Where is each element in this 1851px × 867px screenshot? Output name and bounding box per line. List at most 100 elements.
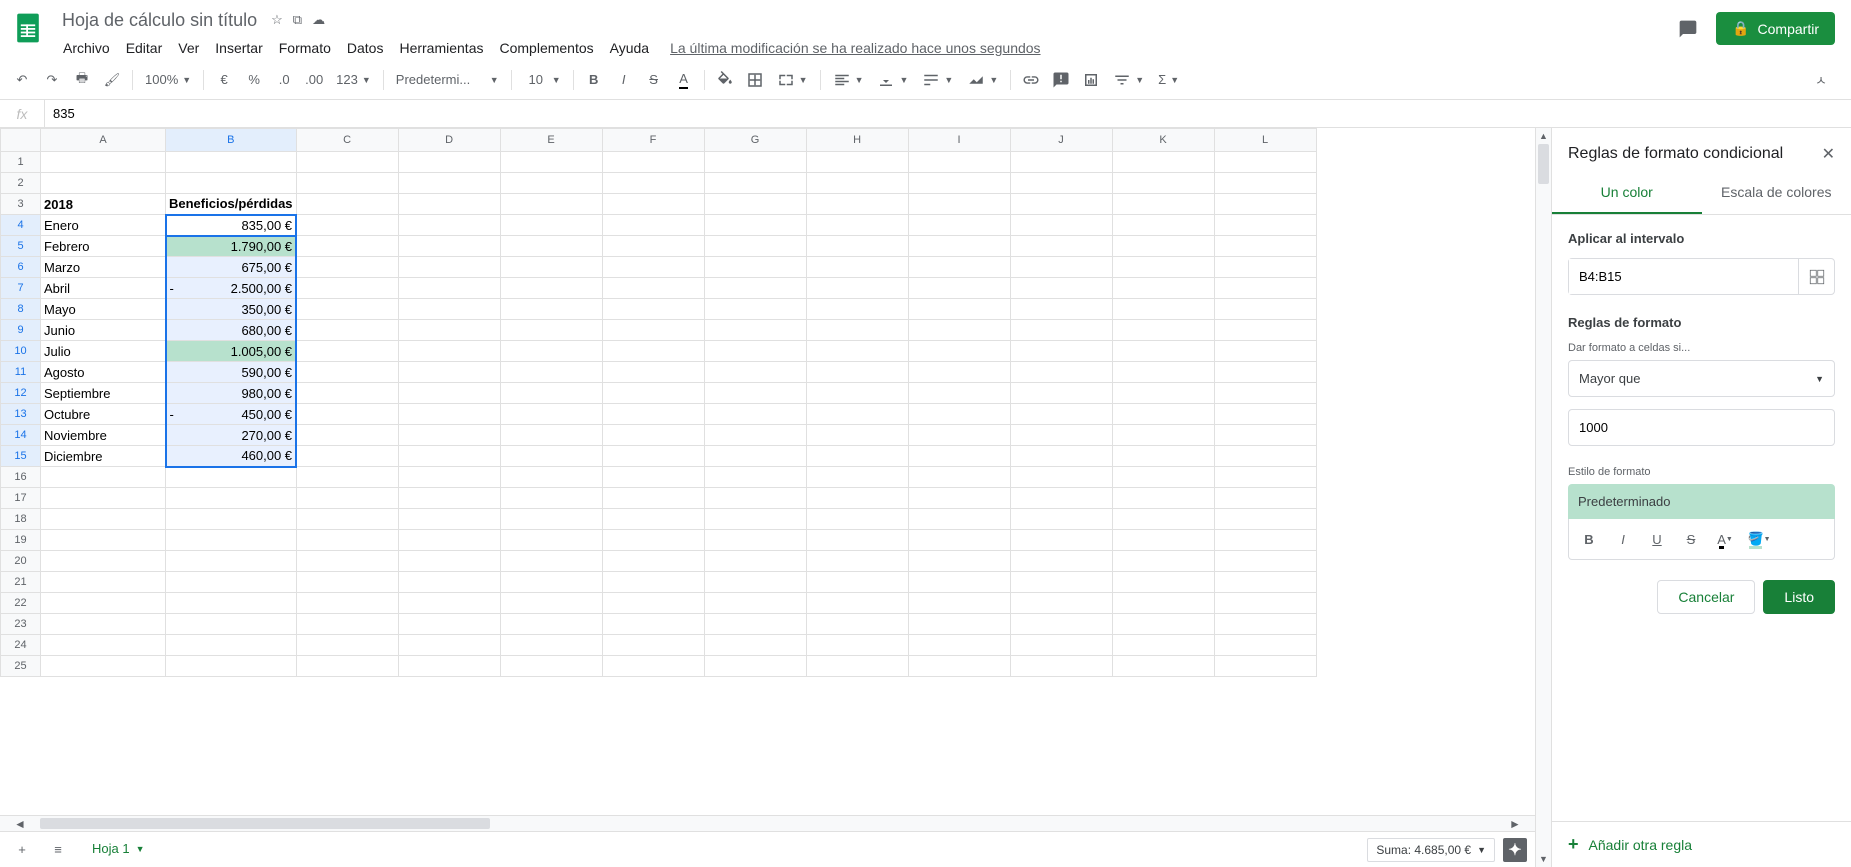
cell-E5[interactable]: [500, 236, 602, 257]
cell-I7[interactable]: [908, 278, 1010, 299]
cell-D23[interactable]: [398, 614, 500, 635]
cell-A20[interactable]: [41, 551, 166, 572]
row-header-1[interactable]: 1: [1, 152, 41, 173]
cell-J5[interactable]: [1010, 236, 1112, 257]
summary-dropdown[interactable]: Suma: 4.685,00 € ▼: [1367, 838, 1495, 862]
menu-ver[interactable]: Ver: [171, 36, 206, 60]
cell-K14[interactable]: [1112, 425, 1214, 446]
cell-L22[interactable]: [1214, 593, 1316, 614]
cell-L19[interactable]: [1214, 530, 1316, 551]
cell-D5[interactable]: [398, 236, 500, 257]
cell-C15[interactable]: [296, 446, 398, 467]
undo-button[interactable]: ↶: [8, 66, 36, 94]
tab-single-color[interactable]: Un color: [1552, 172, 1702, 214]
cell-A5[interactable]: Febrero: [41, 236, 166, 257]
cell-I4[interactable]: [908, 215, 1010, 236]
cell-F8[interactable]: [602, 299, 704, 320]
italic-button[interactable]: I: [610, 66, 638, 94]
cell-H25[interactable]: [806, 656, 908, 677]
cell-C24[interactable]: [296, 635, 398, 656]
done-button[interactable]: Listo: [1763, 580, 1835, 614]
cell-D1[interactable]: [398, 152, 500, 173]
cell-I23[interactable]: [908, 614, 1010, 635]
cell-I6[interactable]: [908, 257, 1010, 278]
row-header-9[interactable]: 9: [1, 320, 41, 341]
cell-G11[interactable]: [704, 362, 806, 383]
cell-J25[interactable]: [1010, 656, 1112, 677]
cell-C8[interactable]: [296, 299, 398, 320]
cell-I18[interactable]: [908, 509, 1010, 530]
cell-D17[interactable]: [398, 488, 500, 509]
row-header-5[interactable]: 5: [1, 236, 41, 257]
cell-B4[interactable]: 835,00 €: [166, 215, 297, 236]
cell-A4[interactable]: Enero: [41, 215, 166, 236]
cell-K22[interactable]: [1112, 593, 1214, 614]
cell-F20[interactable]: [602, 551, 704, 572]
cell-G6[interactable]: [704, 257, 806, 278]
cell-A16[interactable]: [41, 467, 166, 488]
cell-L10[interactable]: [1214, 341, 1316, 362]
cell-F9[interactable]: [602, 320, 704, 341]
cell-H8[interactable]: [806, 299, 908, 320]
row-header-8[interactable]: 8: [1, 299, 41, 320]
row-header-17[interactable]: 17: [1, 488, 41, 509]
cell-K9[interactable]: [1112, 320, 1214, 341]
cell-H20[interactable]: [806, 551, 908, 572]
cell-H14[interactable]: [806, 425, 908, 446]
cell-D3[interactable]: [398, 194, 500, 215]
cell-J21[interactable]: [1010, 572, 1112, 593]
cell-D10[interactable]: [398, 341, 500, 362]
move-icon[interactable]: ⧉: [293, 12, 302, 28]
cell-K6[interactable]: [1112, 257, 1214, 278]
cell-K23[interactable]: [1112, 614, 1214, 635]
cell-E11[interactable]: [500, 362, 602, 383]
cell-F16[interactable]: [602, 467, 704, 488]
row-header-16[interactable]: 16: [1, 467, 41, 488]
cell-C4[interactable]: [296, 215, 398, 236]
cell-H19[interactable]: [806, 530, 908, 551]
cell-G22[interactable]: [704, 593, 806, 614]
hscroll-left[interactable]: ◄: [0, 816, 40, 831]
cell-C11[interactable]: [296, 362, 398, 383]
cell-F12[interactable]: [602, 383, 704, 404]
cell-B13[interactable]: -450,00 €: [166, 404, 297, 425]
number-format-select[interactable]: 123▼: [330, 66, 377, 94]
cell-C7[interactable]: [296, 278, 398, 299]
cell-A1[interactable]: [41, 152, 166, 173]
cell-H21[interactable]: [806, 572, 908, 593]
cell-B8[interactable]: 350,00 €: [166, 299, 297, 320]
cell-G10[interactable]: [704, 341, 806, 362]
cell-A8[interactable]: Mayo: [41, 299, 166, 320]
cell-B18[interactable]: [166, 509, 297, 530]
cell-D14[interactable]: [398, 425, 500, 446]
cell-F5[interactable]: [602, 236, 704, 257]
cell-G25[interactable]: [704, 656, 806, 677]
cell-G14[interactable]: [704, 425, 806, 446]
decrease-decimal-button[interactable]: .0: [270, 66, 298, 94]
row-header-21[interactable]: 21: [1, 572, 41, 593]
cell-B2[interactable]: [166, 173, 297, 194]
cell-B3[interactable]: Beneficios/pérdidas: [166, 194, 297, 215]
sheets-logo[interactable]: [8, 8, 48, 48]
comment-button[interactable]: [1047, 66, 1075, 94]
cell-B5[interactable]: 1.790,00 €: [166, 236, 297, 257]
cell-A9[interactable]: Junio: [41, 320, 166, 341]
cell-A22[interactable]: [41, 593, 166, 614]
cell-H10[interactable]: [806, 341, 908, 362]
cell-H17[interactable]: [806, 488, 908, 509]
cell-B22[interactable]: [166, 593, 297, 614]
bold-button[interactable]: B: [580, 66, 608, 94]
cell-A13[interactable]: Octubre: [41, 404, 166, 425]
rotate-button[interactable]: ▼: [961, 66, 1004, 94]
cell-I13[interactable]: [908, 404, 1010, 425]
cell-H2[interactable]: [806, 173, 908, 194]
cell-H12[interactable]: [806, 383, 908, 404]
last-modified-link[interactable]: La última modificación se ha realizado h…: [670, 40, 1040, 56]
cell-A2[interactable]: [41, 173, 166, 194]
cell-L16[interactable]: [1214, 467, 1316, 488]
cell-A15[interactable]: Diciembre: [41, 446, 166, 467]
currency-button[interactable]: €: [210, 66, 238, 94]
cell-D8[interactable]: [398, 299, 500, 320]
cell-I14[interactable]: [908, 425, 1010, 446]
cell-A24[interactable]: [41, 635, 166, 656]
